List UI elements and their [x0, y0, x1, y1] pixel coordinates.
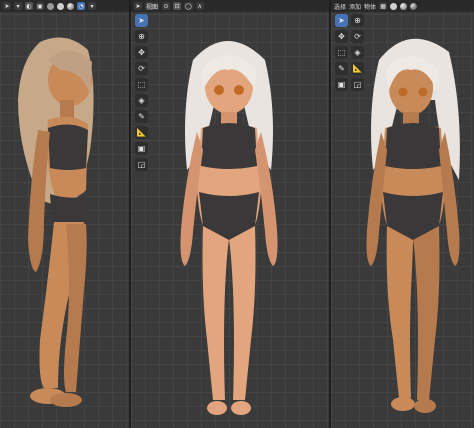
top-front	[201, 123, 257, 169]
viewport-right[interactable]: 选择 添加 物体 ▦ ➤ ⊕ ✥ ⟳ ⬚ ◈ ✎ 📐 ▣ ◲	[331, 0, 474, 428]
leg-left-front	[202, 226, 229, 400]
eye-right	[234, 85, 244, 95]
leg-right-front	[229, 226, 256, 400]
eye-left	[214, 85, 224, 95]
top-side	[48, 124, 88, 170]
viewport-middle[interactable]: ➤ 视图 ⊙ ⊡ ◯ ∧ ➤ ⊕ ✥ ⟳ ⬚ ◈ ✎ 📐 ▣ ◲	[131, 0, 329, 428]
character-side-view	[18, 37, 94, 407]
character-front-view	[180, 41, 278, 415]
viewport-left[interactable]: ➤ ▾ ◐ ▣ ◔ ▾	[0, 0, 129, 428]
character-three-quarter-view	[366, 38, 460, 413]
top-three-quarter	[385, 123, 441, 169]
bottom-side	[50, 194, 88, 226]
